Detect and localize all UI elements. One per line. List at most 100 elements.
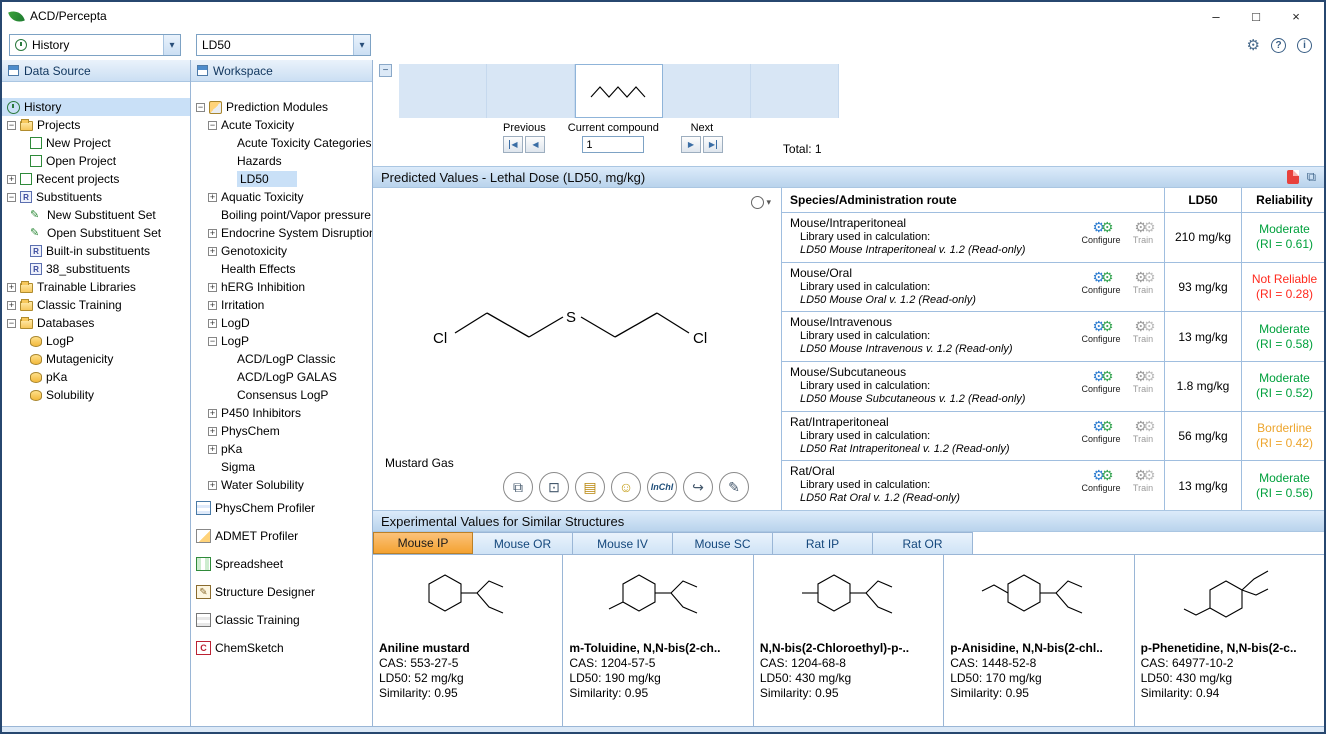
tab-rat-ip[interactable]: Rat IP bbox=[773, 532, 873, 554]
copy-image-button[interactable]: ⊡ bbox=[539, 472, 569, 502]
configure-button[interactable]: ⚙⚙ Configure bbox=[1084, 270, 1118, 295]
edit-structure-button[interactable]: ✎ bbox=[719, 472, 749, 502]
expand-icon[interactable] bbox=[208, 445, 217, 454]
last-compound-button[interactable]: ▶ bbox=[703, 136, 723, 153]
first-compound-button[interactable]: ◀ bbox=[503, 136, 523, 153]
tree-item-open-project[interactable]: Open Project bbox=[2, 152, 190, 170]
train-button[interactable]: ⚙⚙ Train bbox=[1126, 220, 1160, 245]
chevron-down-icon[interactable]: ▾ bbox=[353, 35, 370, 55]
tree-item-water-solubility[interactable]: Water Solubility bbox=[191, 476, 372, 494]
tree-item-databases[interactable]: Databases bbox=[2, 314, 190, 332]
tree-item-substituents[interactable]: Substituents bbox=[2, 188, 190, 206]
tree-item-sigma[interactable]: Sigma bbox=[191, 458, 372, 476]
expand-icon[interactable] bbox=[7, 301, 16, 310]
tree-item-admet-profiler[interactable]: ADMET Profiler bbox=[191, 522, 372, 550]
tree-item-ld50[interactable]: LD50 bbox=[191, 170, 372, 188]
tree-item-physchem[interactable]: PhysChem bbox=[191, 422, 372, 440]
tree-item-trainable-libraries[interactable]: Trainable Libraries bbox=[2, 278, 190, 296]
tree-item-p450-inhibitors[interactable]: P450 Inhibitors bbox=[191, 404, 372, 422]
similar-structure-card[interactable]: Aniline mustard CAS: 553-27-5 LD50: 52 m… bbox=[373, 555, 563, 726]
tree-item-endocrine-disruption[interactable]: Endocrine System Disruption bbox=[191, 224, 372, 242]
tree-item-classic-training[interactable]: Classic Training bbox=[2, 296, 190, 314]
tree-item-logd[interactable]: LogD bbox=[191, 314, 372, 332]
info-icon[interactable]: i bbox=[1297, 38, 1312, 53]
configure-button[interactable]: ⚙⚙ Configure bbox=[1084, 369, 1118, 394]
tree-item-38-substituents[interactable]: 38_substituents bbox=[2, 260, 190, 278]
previous-compound-button[interactable]: ◀ bbox=[525, 136, 545, 153]
train-button[interactable]: ⚙⚙ Train bbox=[1126, 419, 1160, 444]
tree-item-open-substituent-set[interactable]: Open Substituent Set bbox=[2, 224, 190, 242]
compound-number-input[interactable] bbox=[582, 136, 644, 153]
library-button[interactable]: ▤ bbox=[575, 472, 605, 502]
expand-icon[interactable] bbox=[208, 481, 217, 490]
tree-item-history[interactable]: History bbox=[2, 98, 190, 116]
expand-icon[interactable] bbox=[7, 283, 16, 292]
tree-item-new-substituent-set[interactable]: New Substituent Set bbox=[2, 206, 190, 224]
tab-mouse-sc[interactable]: Mouse SC bbox=[673, 532, 773, 554]
collapse-icon[interactable] bbox=[7, 319, 16, 328]
tree-item-boiling-point[interactable]: Boiling point/Vapor pressure bbox=[191, 206, 372, 224]
tree-item-herg-inhibition[interactable]: hERG Inhibition bbox=[191, 278, 372, 296]
tree-item-built-in-substituents[interactable]: Built-in substituents bbox=[2, 242, 190, 260]
current-compound-thumbnail[interactable] bbox=[575, 64, 663, 118]
settings-icon[interactable]: ⚙ bbox=[1247, 36, 1260, 54]
export-pdf-icon[interactable] bbox=[1287, 170, 1299, 184]
expand-icon[interactable] bbox=[208, 229, 217, 238]
tab-mouse-or[interactable]: Mouse OR bbox=[473, 532, 573, 554]
collapse-icon[interactable] bbox=[208, 121, 217, 130]
collapse-icon[interactable] bbox=[196, 103, 205, 112]
tree-item-prediction-modules[interactable]: Prediction Modules bbox=[191, 98, 372, 116]
similar-structure-card[interactable]: p-Phenetidine, N,N-bis(2-c.. CAS: 64977-… bbox=[1135, 555, 1324, 726]
export-structure-button[interactable]: ↪ bbox=[683, 472, 713, 502]
collapse-strip-button[interactable]: − bbox=[379, 64, 392, 77]
similar-structure-card[interactable]: N,N-bis(2-Chloroethyl)-p-.. CAS: 1204-68… bbox=[754, 555, 944, 726]
tree-item-solubility-db[interactable]: Solubility bbox=[2, 386, 190, 404]
tab-rat-or[interactable]: Rat OR bbox=[873, 532, 973, 554]
configure-button[interactable]: ⚙⚙ Configure bbox=[1084, 220, 1118, 245]
expand-icon[interactable] bbox=[208, 247, 217, 256]
tree-item-hazards[interactable]: Hazards bbox=[191, 152, 372, 170]
help-icon[interactable]: ? bbox=[1271, 38, 1286, 53]
next-compound-button[interactable]: ▶ bbox=[681, 136, 701, 153]
expand-icon[interactable] bbox=[208, 193, 217, 202]
tree-item-acute-toxicity-categories[interactable]: Acute Toxicity Categories bbox=[191, 134, 372, 152]
expand-icon[interactable] bbox=[208, 283, 217, 292]
tree-item-logp-db[interactable]: LogP bbox=[2, 332, 190, 350]
tree-item-consensus-logp[interactable]: Consensus LogP bbox=[191, 386, 372, 404]
copy-icon[interactable]: ⧉ bbox=[1307, 169, 1316, 185]
tab-mouse-ip[interactable]: Mouse IP bbox=[373, 532, 473, 554]
train-button[interactable]: ⚙⚙ Train bbox=[1126, 369, 1160, 394]
tree-item-pka[interactable]: pKa bbox=[191, 440, 372, 458]
smiles-button[interactable]: ☺ bbox=[611, 472, 641, 502]
tab-mouse-iv[interactable]: Mouse IV bbox=[573, 532, 673, 554]
structure-view-dropdown[interactable]: ▾ bbox=[751, 196, 771, 209]
tree-item-acute-toxicity[interactable]: Acute Toxicity bbox=[191, 116, 372, 134]
configure-button[interactable]: ⚙⚙ Configure bbox=[1084, 319, 1118, 344]
workspace-combobox[interactable]: LD50 ▾ bbox=[196, 34, 371, 56]
inchi-button[interactable]: InChI bbox=[647, 472, 677, 502]
collapse-icon[interactable] bbox=[7, 121, 16, 130]
close-button[interactable]: × bbox=[1276, 9, 1316, 24]
expand-icon[interactable] bbox=[208, 427, 217, 436]
tree-item-structure-designer[interactable]: Structure Designer bbox=[191, 578, 372, 606]
configure-button[interactable]: ⚙⚙ Configure bbox=[1084, 419, 1118, 444]
collapse-icon[interactable] bbox=[7, 193, 16, 202]
chevron-down-icon[interactable]: ▾ bbox=[163, 35, 180, 55]
tree-item-pka-db[interactable]: pKa bbox=[2, 368, 190, 386]
train-button[interactable]: ⚙⚙ Train bbox=[1126, 270, 1160, 295]
expand-icon[interactable] bbox=[208, 301, 217, 310]
tree-item-logp[interactable]: LogP bbox=[191, 332, 372, 350]
configure-button[interactable]: ⚙⚙ Configure bbox=[1084, 468, 1118, 493]
tree-item-spreadsheet[interactable]: Spreadsheet bbox=[191, 550, 372, 578]
tree-item-mutagenicity-db[interactable]: Mutagenicity bbox=[2, 350, 190, 368]
expand-icon[interactable] bbox=[7, 175, 16, 184]
tree-item-acd-logp-classic[interactable]: ACD/LogP Classic bbox=[191, 350, 372, 368]
tree-item-chemsketch[interactable]: ChemSketch bbox=[191, 634, 372, 662]
data-source-combobox[interactable]: History ▾ bbox=[9, 34, 181, 56]
expand-icon[interactable] bbox=[208, 409, 217, 418]
tree-item-genotoxicity[interactable]: Genotoxicity bbox=[191, 242, 372, 260]
similar-structure-card[interactable]: m-Toluidine, N,N-bis(2-ch.. CAS: 1204-57… bbox=[563, 555, 753, 726]
tree-item-irritation[interactable]: Irritation bbox=[191, 296, 372, 314]
tree-item-recent-projects[interactable]: Recent projects bbox=[2, 170, 190, 188]
collapse-icon[interactable] bbox=[208, 337, 217, 346]
